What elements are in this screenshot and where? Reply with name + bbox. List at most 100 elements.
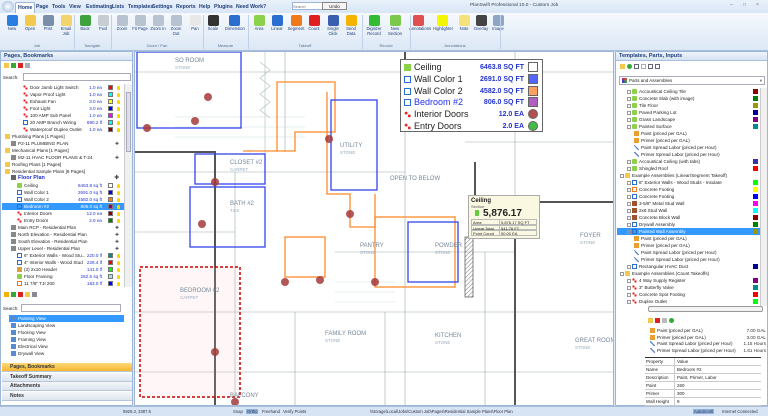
collapse-all-icon[interactable] [655, 64, 660, 70]
color-swatch[interactable] [108, 274, 113, 279]
expand-icon[interactable] [627, 124, 631, 129]
single-click-button[interactable]: Single Click [324, 15, 342, 36]
tab-home[interactable]: Home [15, 2, 36, 13]
expand-icon[interactable] [620, 173, 624, 178]
view-item[interactable]: Framing View [9, 336, 124, 343]
expand-icon[interactable] [627, 201, 631, 206]
template-item[interactable]: Paved Parking Lot [617, 109, 760, 116]
delete-template-icon[interactable] [641, 64, 646, 70]
tree-item[interactable]: 11 7/8" TJI 200 183.0 lf [2, 280, 124, 287]
count-button[interactable]: Count [305, 15, 323, 32]
tree-item[interactable]: Interior Doors 12.0 ea [2, 210, 124, 217]
lightbulb-icon[interactable] [117, 127, 120, 132]
tree-item[interactable]: Mechanical Plans [1 Pages] [2, 147, 124, 154]
color-swatch[interactable] [108, 127, 113, 132]
property-row[interactable]: Wall Height 9 [645, 398, 761, 406]
lightbulb-icon[interactable] [117, 281, 120, 286]
tree-item[interactable]: Upper Level - Residential Plan ✚ [2, 245, 124, 252]
tree-item[interactable]: P2-11 PLUMBING PLAN ✚ [2, 140, 124, 147]
delete-part-icon[interactable] [655, 318, 660, 324]
tree-item[interactable]: 100 AMP Sub Panel 1.0 ea [2, 112, 124, 119]
settings-icon[interactable] [32, 292, 37, 298]
tab-settings[interactable]: Settings [150, 2, 174, 13]
lightbulb-icon[interactable] [117, 120, 120, 125]
view-item[interactable]: Painting View [9, 315, 124, 322]
delete-icon[interactable] [18, 63, 23, 69]
template-item[interactable]: 3" Butterfly Valve [617, 284, 760, 291]
plus-icon[interactable]: ✚ [114, 175, 119, 182]
color-swatch[interactable] [108, 99, 113, 104]
template-item[interactable]: Concrete Block Wall [617, 214, 760, 221]
template-item[interactable]: 4 Way Supply Register [617, 277, 760, 284]
lightbulb-icon[interactable] [117, 92, 120, 97]
color-swatch[interactable] [108, 204, 113, 209]
open-button[interactable]: Open [21, 15, 39, 32]
templates-scrollbar[interactable] [760, 88, 767, 306]
template-item[interactable]: Concrete Spot Footing [617, 291, 760, 298]
expand-icon[interactable] [627, 264, 631, 269]
overlay-button[interactable]: Overlay [472, 15, 490, 32]
views-search-input[interactable] [21, 304, 121, 312]
snap-toggle[interactable]: Snap [233, 409, 243, 414]
highlighter-button[interactable]: Highlighter [433, 15, 453, 32]
template-item[interactable]: Duplex Outlet [617, 298, 760, 305]
autoscroll-toggle[interactable]: AutoScroll [693, 409, 715, 414]
view-item[interactable]: Electrical View [9, 343, 124, 350]
zoom-in-button[interactable]: Zoom In [149, 15, 167, 32]
tree-item[interactable]: Vapor Proof Light 1.0 ea [2, 91, 124, 98]
plus-icon[interactable]: ✚ [115, 245, 119, 252]
accordion-notes[interactable]: Notes [2, 391, 132, 401]
expand-icon[interactable] [627, 110, 631, 115]
left-search-input[interactable] [23, 73, 131, 81]
delete-view-icon[interactable] [18, 292, 23, 298]
tree-item[interactable]: 6" Exterior Walls - Wood Stu... 220.0 lf [2, 252, 124, 259]
tab-tools[interactable]: Tools [50, 2, 67, 13]
color-swatch[interactable] [108, 113, 113, 118]
app-menu-button[interactable] [2, 1, 14, 12]
lightbulb-icon[interactable] [117, 190, 120, 195]
tree-item[interactable]: Main RCP - Residential Plan ✚ [2, 224, 124, 231]
template-item[interactable]: 3-5/8" Metal Stud Wall [617, 200, 760, 207]
template-item[interactable]: Primer (priced per GAL) [617, 242, 760, 249]
linear-button[interactable]: Linear [268, 15, 286, 32]
template-item[interactable]: Tile Floor [617, 102, 760, 109]
template-item[interactable]: Primer (priced per GAL) [617, 137, 760, 144]
segment-button[interactable]: Segment [287, 15, 305, 32]
template-item[interactable]: Concrete Footing [617, 193, 760, 200]
lightbulb-icon[interactable] [117, 267, 120, 272]
tab-need-work-[interactable]: Need Work? [234, 2, 268, 13]
expand-icon[interactable] [627, 166, 631, 171]
accordion-attachments[interactable]: Attachments [2, 382, 132, 391]
add-view-icon[interactable] [11, 292, 16, 298]
properties-icon[interactable] [25, 63, 30, 69]
freehand-toggle[interactable]: Freehand [262, 409, 280, 414]
print-button[interactable]: Print [39, 15, 57, 32]
tree-item[interactable]: Bedroom #2 806.0 sq ft [2, 203, 124, 210]
lightbulb-icon[interactable] [117, 218, 120, 223]
property-row[interactable]: Description Paint, Primer, Labor [645, 374, 761, 382]
expand-icon[interactable] [627, 180, 631, 185]
fit-page-button[interactable]: Fit Page [131, 15, 149, 32]
annotations-button[interactable]: Annotations [409, 15, 431, 32]
expand-icon[interactable] [627, 208, 631, 213]
color-swatch[interactable] [108, 218, 113, 223]
plus-icon[interactable]: ✚ [115, 154, 119, 161]
add-part-icon[interactable] [648, 318, 653, 324]
color-swatch[interactable] [108, 183, 113, 188]
expand-icon[interactable] [627, 159, 631, 164]
add-folder-icon[interactable] [4, 63, 9, 69]
tree-item[interactable]: 4" Interior Walls - Wood Stud 228.4 lf [2, 259, 124, 266]
tree-item[interactable]: Roofing Plans [1 Pages] [2, 161, 124, 168]
tab-reports[interactable]: Reports [174, 2, 198, 13]
edit-part-icon[interactable] [662, 318, 667, 324]
lightbulb-icon[interactable] [117, 106, 120, 111]
plus-icon[interactable]: ✚ [115, 231, 119, 238]
tree-scrollbar[interactable] [124, 84, 132, 287]
template-item[interactable]: Shingled Roof [617, 165, 760, 172]
new-template-icon[interactable] [620, 64, 625, 70]
note-button[interactable]: Note [455, 15, 473, 32]
refresh-icon[interactable] [627, 64, 632, 70]
tree-item[interactable]: Floor Framing 262.6 sq ft [2, 273, 124, 280]
template-item[interactable]: Drywall Assembly [617, 221, 760, 228]
digitizer-record-button[interactable]: Digitizer Record [365, 15, 383, 36]
